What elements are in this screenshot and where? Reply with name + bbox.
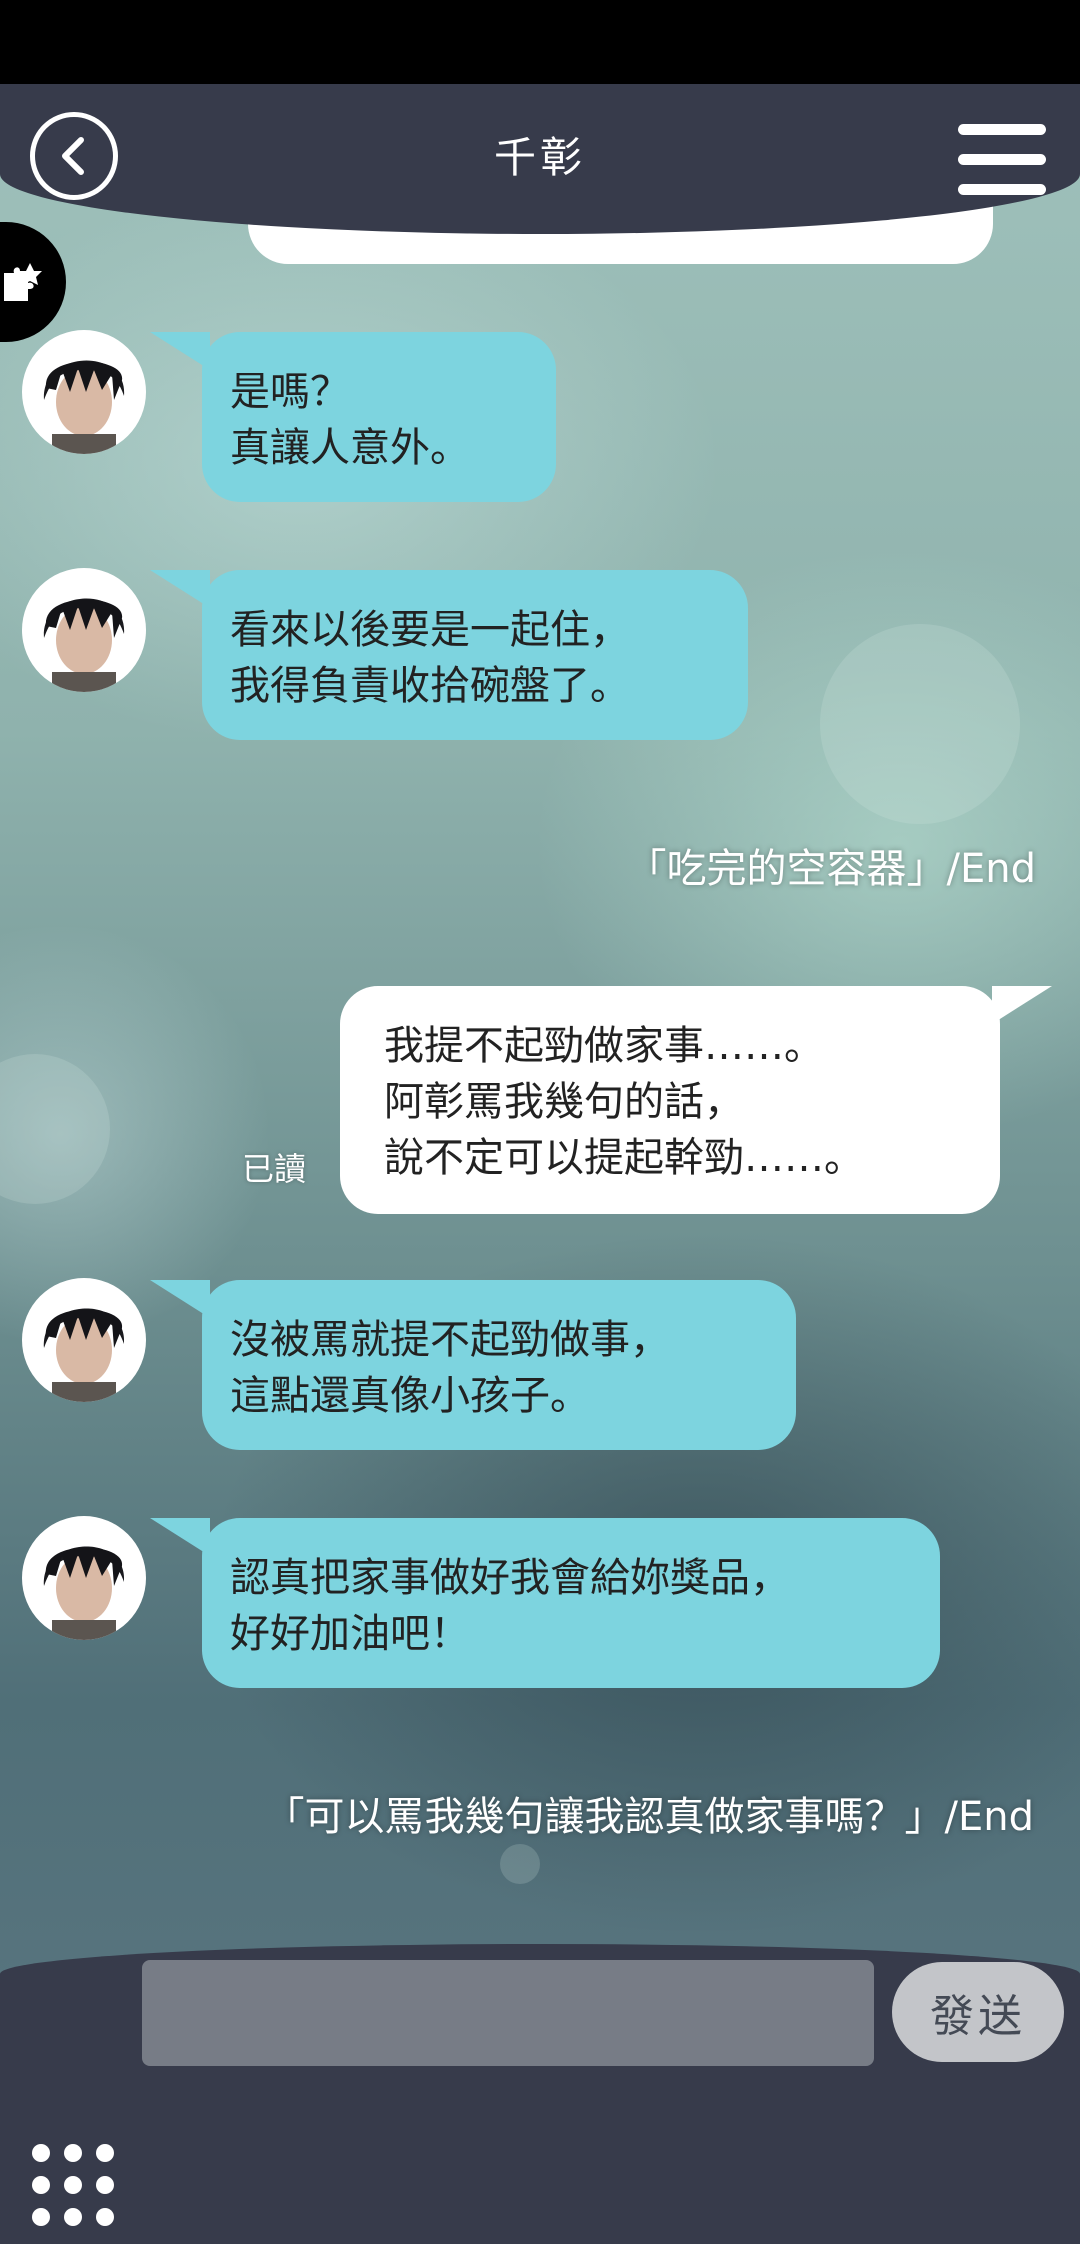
message-text: 好好加油吧！ xyxy=(230,1611,470,1657)
message-bubble-incoming: 是嗎？ 真讓人意外。 xyxy=(150,332,556,502)
message-text: 是嗎？ xyxy=(230,369,350,415)
message-bubble-incoming: 沒被罵就提不起勁做事， 這點還真像小孩子。 xyxy=(150,1280,796,1450)
message-text: 阿彰罵我幾句的話， xyxy=(384,1079,744,1125)
avatar[interactable] xyxy=(22,568,146,692)
story-end-label: 「吃完的空容器」/End xyxy=(626,846,1037,892)
menu-bar xyxy=(958,124,1046,135)
message-text: 真讓人意外。 xyxy=(230,425,470,471)
read-receipt: 已讀 xyxy=(242,1150,307,1188)
message-input[interactable] xyxy=(142,1960,874,2066)
grid-dots-icon[interactable] xyxy=(32,2144,122,2234)
message-text: 說不定可以提起幹勁……。 xyxy=(384,1135,864,1181)
status-bar xyxy=(0,0,1080,84)
message-text: 認真把家事做好我會給妳獎品， xyxy=(230,1555,790,1601)
avatar[interactable] xyxy=(22,1516,146,1640)
app-header: 千彰 xyxy=(0,84,1080,234)
input-footer: 發送 xyxy=(0,1944,1080,2244)
puzzle-icon xyxy=(4,263,42,301)
page-title: 千彰 xyxy=(493,133,586,182)
send-button[interactable]: 發送 xyxy=(892,1962,1064,2062)
chat-screen: 是嗎？ 真讓人意外。 看來以後要是一起住， 我得負責收拾碗盤了。 「吃完的空容器… xyxy=(0,84,1080,2244)
message-bubble-incoming: 認真把家事做好我會給妳獎品， 好好加油吧！ xyxy=(150,1518,940,1688)
message-list[interactable]: 是嗎？ 真讓人意外。 看來以後要是一起住， 我得負責收拾碗盤了。 「吃完的空容器… xyxy=(0,84,1080,1944)
menu-button[interactable] xyxy=(958,122,1046,198)
message-bubble-outgoing: 我提不起勁做家事……。 阿彰罵我幾句的話， 說不定可以提起幹勁……。 xyxy=(340,986,1052,1214)
avatar[interactable] xyxy=(22,330,146,454)
message-text: 我提不起勁做家事……。 xyxy=(384,1023,824,1069)
message-text: 這點還真像小孩子。 xyxy=(230,1373,590,1419)
message-text: 看來以後要是一起住， xyxy=(230,607,630,653)
message-text: 沒被罵就提不起勁做事， xyxy=(230,1317,670,1363)
avatar[interactable] xyxy=(22,1278,146,1402)
menu-bar xyxy=(958,154,1046,165)
message-bubble-incoming: 看來以後要是一起住， 我得負責收拾碗盤了。 xyxy=(150,570,748,740)
story-end-label: 「可以罵我幾句讓我認真做家事嗎？」/End xyxy=(264,1794,1035,1840)
menu-bar xyxy=(958,184,1046,195)
message-text: 我得負責收拾碗盤了。 xyxy=(230,663,630,709)
